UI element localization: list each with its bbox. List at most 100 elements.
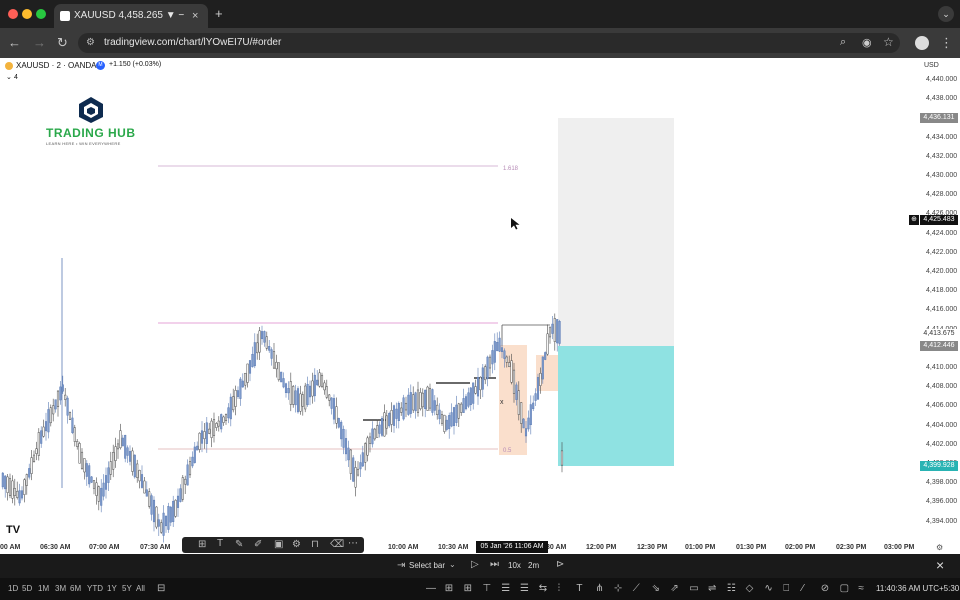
candle — [236, 390, 240, 397]
drawing-toolbar[interactable]: ⊞ T ✎ ✐ ▣ ⚙ ⊓ ⌫ ⋯ — [182, 537, 364, 553]
timeframe-3m[interactable]: 3M — [55, 584, 66, 594]
crosshair-tool-icon[interactable]: ⊹ — [614, 583, 622, 594]
price-tick-label: 4,428.000 — [926, 191, 958, 199]
target-zone[interactable] — [558, 118, 674, 346]
ray-tool-icon[interactable]: ⟋ — [633, 583, 640, 594]
short-position-tool-icon[interactable]: ☰ — [501, 583, 510, 594]
close-replay-icon[interactable]: × — [936, 557, 944, 573]
arrow-down-tool-icon[interactable]: ⇘ — [652, 583, 660, 594]
more-icon[interactable]: ⋯ — [348, 538, 358, 549]
candle — [496, 341, 499, 352]
grid-tool-icon[interactable]: ⊞ — [445, 583, 453, 594]
candle — [109, 461, 112, 475]
tab-search-chevron-down-icon[interactable]: ⌄ — [938, 6, 954, 22]
exchange-tool-icon[interactable]: ⇌ — [708, 583, 716, 594]
arrow-up-tool-icon[interactable]: ⇗ — [670, 583, 678, 594]
candle — [133, 454, 136, 478]
close-tab-icon[interactable]: × — [192, 4, 198, 28]
symbol-title[interactable]: XAUUSD · 2 · OANDA — [16, 61, 96, 70]
profile-avatar[interactable] — [915, 36, 929, 50]
time-axis-settings-icon[interactable]: ⚙ — [936, 543, 943, 552]
note-tool-icon[interactable]: ☷ — [727, 583, 736, 594]
timeframe-1y[interactable]: 1Y — [107, 584, 117, 594]
timeframe-5d[interactable]: 5D — [22, 584, 32, 594]
ban-tool-icon[interactable]: ⊘ — [821, 583, 829, 594]
candle — [304, 385, 307, 410]
candle — [260, 331, 264, 340]
currency-label[interactable]: USD — [924, 62, 939, 69]
candle — [11, 480, 14, 499]
minimize-window-button[interactable] — [22, 9, 32, 19]
timeframe-6m[interactable]: 6M — [70, 584, 81, 594]
reload-icon[interactable]: ↻ — [57, 36, 68, 50]
forward-arrow-icon[interactable]: → — [33, 36, 46, 50]
eye-icon[interactable]: ◉ — [862, 36, 872, 49]
timeframe-5y[interactable]: 5Y — [122, 584, 132, 594]
chart-pane[interactable]: x 1.618 0.5 XAUUSD · 2 · OANDA M +1.150 … — [0, 58, 960, 554]
select-bar-button[interactable]: Select bar — [409, 561, 445, 571]
jump-to-realtime-icon[interactable]: ⊳ — [556, 559, 564, 570]
close-window-button[interactable] — [8, 9, 18, 19]
step-forward-icon[interactable]: ⏭ — [490, 559, 499, 570]
slash-tool-icon[interactable]: ⁄ — [802, 583, 804, 594]
price-tick-label: 4,420.000 — [926, 268, 958, 275]
pitchfork-tool-icon[interactable]: ⊞ — [464, 583, 472, 594]
lock-icon[interactable]: ⊓ — [311, 539, 319, 550]
long-position-tool-icon[interactable]: ⊤ — [482, 583, 491, 594]
candle — [23, 479, 26, 495]
frame-tool-icon[interactable]: ⎕ — [783, 583, 789, 594]
chart-image-icon[interactable]: ▣ — [274, 539, 283, 550]
zoom-icon[interactable]: ⌕ — [840, 36, 846, 49]
brush-icon[interactable]: ✐ — [254, 539, 262, 550]
list-tool-icon[interactable]: ☰ — [520, 583, 529, 594]
pencil-icon[interactable]: ✎ — [235, 539, 243, 550]
cursor-time-badge: 05 Jan '26 11:06 AM — [476, 541, 548, 553]
rect-tool-icon[interactable]: ▭ — [689, 583, 698, 594]
template-icon[interactable]: ⊞ — [198, 539, 206, 550]
replay-interval[interactable]: 2m — [528, 561, 539, 571]
bars-tool-icon[interactable]: ⫶ — [558, 583, 561, 594]
brush-tool-icon[interactable]: ≈ — [858, 583, 864, 594]
trash-icon[interactable]: ⌫ — [330, 539, 344, 550]
timeframe-1d[interactable]: 1D — [8, 584, 18, 594]
image-tool-icon[interactable]: ▢ — [840, 583, 849, 594]
candle — [373, 428, 376, 440]
maximize-window-button[interactable] — [36, 9, 46, 19]
browser-menu-icon[interactable]: ⋮ — [940, 36, 953, 50]
timeframe-ytd[interactable]: YTD — [87, 584, 103, 594]
bookmark-star-icon[interactable]: ☆ — [883, 35, 894, 49]
price-tick-label: 4,422.000 — [926, 248, 958, 256]
candle — [323, 382, 326, 391]
settings-icon[interactable]: ⚙ — [292, 539, 301, 550]
select-bar-chevron-icon[interactable]: ⌄ — [449, 560, 456, 570]
stop-zone[interactable] — [558, 346, 674, 466]
ranges-tool-icon[interactable]: ⇆ — [539, 583, 547, 594]
clock[interactable]: 11:40:36 AM UTC+5:30 — [876, 584, 959, 594]
indicators-toggle-chevron-icon[interactable]: ⌄ — [6, 73, 12, 81]
candle — [112, 452, 115, 470]
text-tool-icon[interactable]: T — [576, 583, 582, 594]
replay-speed[interactable]: 10x — [508, 561, 521, 571]
date-range-icon[interactable]: ⊟ — [157, 583, 165, 594]
play-icon[interactable]: ▷ — [471, 559, 479, 570]
text-tool-icon[interactable]: T — [217, 538, 223, 549]
orderblock-box-2[interactable] — [536, 355, 558, 391]
candle — [54, 399, 57, 410]
curve-tool-icon[interactable]: ∿ — [764, 583, 772, 594]
fork-tool-icon[interactable]: ⋔ — [595, 583, 603, 594]
add-alert-plus-icon[interactable]: ⊕ — [909, 215, 919, 225]
price-chart[interactable]: x 1.618 0.5 — [0, 58, 960, 554]
indicator-count[interactable]: 4 — [14, 74, 18, 81]
browser-tab[interactable]: XAUUSD 4,458.265 ▼ −0.81 × — [54, 4, 208, 28]
diamond-tool-icon[interactable]: ◇ — [746, 583, 754, 594]
back-arrow-icon[interactable]: ← — [8, 36, 21, 50]
trend-line-tool-icon[interactable]: — — [426, 583, 436, 594]
timeframe-1m[interactable]: 1M — [38, 584, 49, 594]
price-tick-label: 4,432.000 — [926, 152, 958, 160]
select-bar-icon[interactable]: ⇥ — [397, 560, 405, 571]
new-tab-button[interactable]: + — [215, 6, 223, 21]
candle — [35, 448, 38, 454]
url-field[interactable]: ⚙ tradingview.com/chart/lYOwEI7U/#order … — [78, 33, 900, 53]
timeframe-all[interactable]: All — [136, 584, 145, 594]
site-info-icon[interactable]: ⚙ — [86, 37, 95, 48]
